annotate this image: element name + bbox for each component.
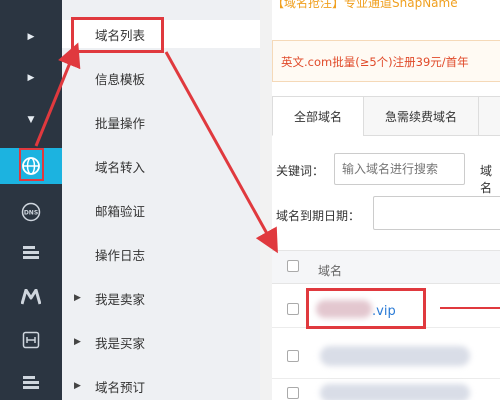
caret-right-icon: ▶ — [74, 293, 81, 303]
tab-all-domains[interactable]: 全部域名 — [272, 96, 364, 136]
keyword-label: 关键词： — [276, 164, 325, 178]
submenu-item-log[interactable]: 操作日志 — [62, 240, 260, 268]
promo-banner[interactable]: 英文.com批量(≥5个)注册39元/首年 — [272, 40, 500, 82]
rail-dns[interactable]: DNS — [0, 195, 62, 229]
row-checkbox[interactable] — [287, 303, 299, 315]
submenu: 域名列表 信息模板 批量操作 域名转入 邮箱验证 操作日志 ▶ 我是卖家 ▶ 我是买… — [62, 0, 260, 400]
tab-label: 急需续费域名 — [384, 109, 457, 124]
promo-text: 英文.com批量(≥5个)注册39元/首年 — [281, 55, 469, 69]
dns-icon: DNS — [21, 202, 41, 222]
expiry-date-label: 域名到期日期： — [276, 209, 361, 223]
caret-right-icon: ▶ — [74, 381, 81, 391]
m-logo-icon — [21, 289, 41, 305]
expiry-date-input[interactable] — [373, 196, 500, 230]
chevron-right-icon: ▶ — [27, 73, 35, 83]
rail-m[interactable] — [0, 280, 62, 314]
column-header-domain: 域名 — [318, 264, 343, 278]
submenu-item-transfer-in[interactable]: 域名转入 — [62, 152, 260, 180]
submenu-item-info-template[interactable]: 信息模板 — [62, 64, 260, 92]
submenu-item-seller[interactable]: ▶ 我是卖家 — [62, 284, 260, 312]
annotation-box-globe — [19, 148, 44, 181]
submenu-item-batch[interactable]: 批量操作 — [62, 108, 260, 136]
annotation-line — [440, 307, 500, 309]
svg-text:DNS: DNS — [24, 210, 38, 217]
row-checkbox[interactable] — [287, 350, 299, 362]
annotation-box-domain-row — [306, 288, 426, 329]
chevron-down-icon: ▼ — [27, 115, 35, 125]
server-icon — [23, 376, 39, 389]
icon-rail: ▶ ▶ ▼ DNS — [0, 0, 62, 400]
select-all-checkbox[interactable] — [287, 260, 299, 272]
gateway-icon — [22, 331, 40, 349]
tab-bar: 全部域名 急需续费域名 — [272, 96, 500, 136]
rail-collapse[interactable]: ▼ — [0, 103, 62, 137]
submenu-item-label: 操作日志 — [95, 247, 146, 263]
row-checkbox[interactable] — [287, 387, 299, 399]
chevron-right-icon: ▶ — [27, 32, 35, 42]
submenu-item-label: 信息模板 — [95, 71, 146, 87]
blurred-row-content — [320, 346, 470, 366]
submenu-item-label: 批量操作 — [95, 115, 146, 131]
table-header — [272, 250, 500, 284]
submenu-item-label: 域名转入 — [95, 159, 146, 175]
submenu-item-label: 我是卖家 — [95, 291, 146, 307]
domain-filter-label: 域名 — [480, 164, 493, 195]
rail-server[interactable] — [0, 236, 62, 270]
top-banner[interactable]: 【域名抢注】专业通道SnapName — [272, 0, 500, 14]
submenu-item-buyer[interactable]: ▶ 我是买家 — [62, 328, 260, 356]
caret-right-icon: ▶ — [74, 337, 81, 347]
content-gutter — [260, 0, 272, 400]
rail-gateway[interactable] — [0, 323, 62, 357]
server-icon — [23, 246, 39, 259]
tab-renew-urgent[interactable]: 急需续费域名 — [363, 96, 479, 136]
submenu-item-email-verify[interactable]: 邮箱验证 — [62, 196, 260, 224]
submenu-item-reserve[interactable]: ▶ 域名预订 — [62, 372, 260, 400]
blurred-row-content — [320, 384, 470, 400]
rail-server-2[interactable] — [0, 366, 62, 400]
submenu-item-label: 域名预订 — [95, 379, 146, 395]
rail-expand-2[interactable]: ▶ — [0, 61, 62, 95]
submenu-item-label: 我是买家 — [95, 335, 146, 351]
keyword-search-input[interactable] — [334, 153, 465, 185]
submenu-item-label: 邮箱验证 — [95, 203, 146, 219]
tab-label: 全部域名 — [293, 109, 342, 124]
rail-expand-1[interactable]: ▶ — [0, 20, 62, 54]
annotation-box-domain-list — [71, 17, 164, 53]
tab-more[interactable] — [478, 96, 500, 136]
